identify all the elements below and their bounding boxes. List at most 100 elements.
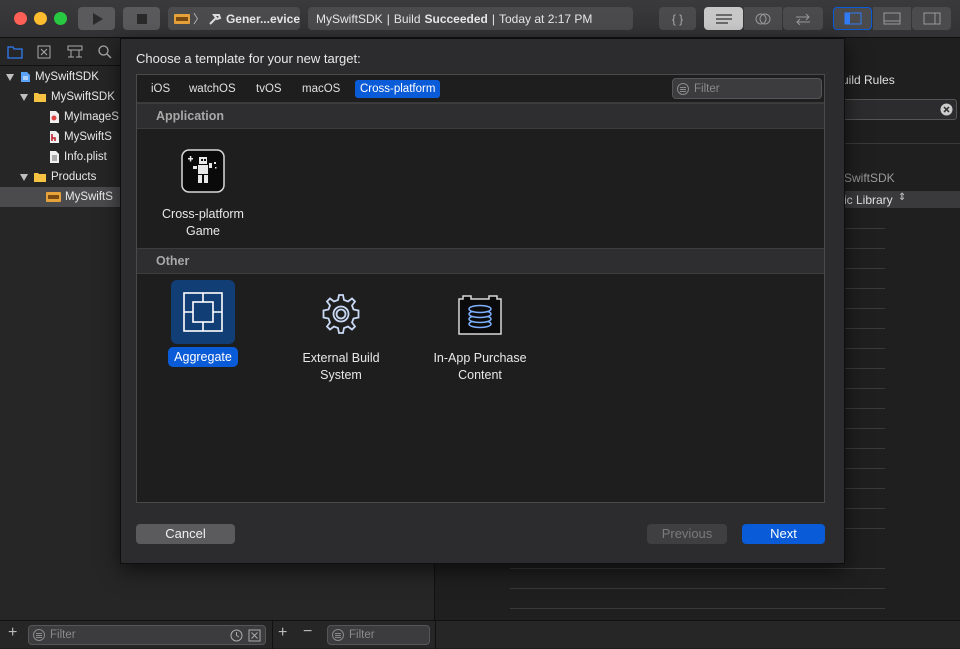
in-app-purchase-icon	[452, 286, 508, 342]
tab-macos[interactable]: macOS	[297, 80, 345, 98]
filter-icon	[33, 629, 45, 641]
tab-tvos[interactable]: tvOS	[251, 80, 287, 98]
plist-file-icon	[50, 151, 59, 163]
filter-icon	[332, 629, 344, 641]
close-window-button[interactable]	[14, 12, 27, 25]
template-filter-placeholder: Filter	[694, 82, 720, 95]
toggle-inspector-button[interactable]	[912, 7, 951, 30]
nav-item-label: Products	[51, 171, 97, 183]
activity-viewer: MySwiftSDK | Build Succeeded | Today at …	[308, 7, 633, 30]
cancel-button[interactable]: Cancel	[136, 524, 235, 544]
disclosure-icon[interactable]	[20, 93, 28, 101]
clear-icon[interactable]	[940, 103, 953, 116]
project-icon	[21, 72, 30, 82]
add-icon[interactable]: +	[8, 624, 17, 642]
tab-cross-platform[interactable]: Cross-platform	[355, 80, 441, 98]
zoom-window-button[interactable]	[54, 12, 67, 25]
template-filter-field[interactable]: Filter	[672, 78, 822, 99]
standard-editor-button[interactable]	[704, 7, 743, 30]
folder-icon	[34, 173, 46, 182]
aggregate-icon	[171, 280, 235, 344]
template-external-build-system[interactable]: External Build System	[286, 280, 396, 390]
previous-button[interactable]: Previous	[647, 524, 727, 544]
search-icon[interactable]	[98, 45, 112, 59]
assistant-editor-button[interactable]	[744, 7, 782, 30]
bottom-panel-icon	[883, 12, 901, 25]
nav-item-label: MySwiftSDK	[51, 91, 115, 103]
scheme-selector[interactable]: 〉 Gener...evice	[168, 7, 300, 30]
hierarchy-icon[interactable]	[67, 45, 83, 59]
sheet-title: Choose a template for your new target:	[136, 51, 361, 66]
remove-target-icon[interactable]: −	[303, 623, 312, 641]
filter-icon	[677, 82, 689, 95]
bottom-bar: + Filter + − Filter	[0, 620, 960, 649]
template-in-app-purchase-content[interactable]: In-App Purchase Content	[425, 280, 535, 390]
template-panel: iOS watchOS tvOS macOS Cross-platform Fi…	[136, 74, 825, 503]
editor-search-field[interactable]	[842, 99, 957, 120]
version-editor-button[interactable]	[783, 7, 823, 30]
template-label: External Build System	[302, 351, 380, 382]
chevron-right-icon: 〉	[192, 12, 205, 26]
navigator-filter-placeholder: Filter	[50, 629, 76, 641]
left-panel-icon	[844, 12, 861, 25]
tab-ios[interactable]: iOS	[146, 80, 175, 98]
platform-tabbar: iOS watchOS tvOS macOS Cross-platform Fi…	[137, 75, 824, 103]
activity-separator: |	[386, 11, 390, 26]
text-lines-icon	[715, 13, 732, 24]
header-file-icon	[50, 131, 59, 143]
disclosure-icon[interactable]	[20, 173, 28, 181]
code-review-button[interactable]: { }	[659, 7, 696, 30]
folder-icon	[34, 93, 46, 102]
updown-chevron-icon: ⇕	[898, 192, 907, 203]
source-control-icon[interactable]	[37, 45, 51, 59]
toggle-debug-button[interactable]	[873, 7, 911, 30]
nav-item-product[interactable]: MySwiftS	[0, 187, 124, 207]
right-panel-icon	[923, 12, 940, 25]
stop-icon	[136, 13, 147, 24]
nav-item-project[interactable]: MySwiftSDK	[0, 67, 124, 87]
toolbar: 〉 Gener...evice MySwiftSDK | Build Succe…	[0, 0, 960, 38]
nav-item-file[interactable]: MySwiftS	[0, 127, 124, 147]
toggle-navigator-button[interactable]	[833, 7, 872, 30]
folder-icon[interactable]	[7, 45, 23, 59]
minimize-window-button[interactable]	[34, 12, 47, 25]
library-icon	[46, 192, 61, 202]
next-button[interactable]: Next	[742, 524, 825, 544]
hammer-icon	[209, 13, 222, 25]
build-rules-tab[interactable]: uild Rules	[842, 73, 895, 87]
activity-prefix: Build	[393, 11, 421, 26]
section-header-other: Other	[137, 248, 824, 274]
template-label: Cross-platform Game	[162, 207, 244, 238]
nav-item-label: MySwiftS	[65, 191, 113, 203]
targets-filter-field[interactable]: Filter	[327, 625, 430, 645]
nav-item-file[interactable]: MyImageS	[0, 107, 124, 127]
source-control-filter-icon[interactable]	[248, 629, 261, 642]
activity-project: MySwiftSDK	[316, 11, 383, 26]
navigator-filter-field[interactable]: Filter	[28, 625, 266, 645]
template-label: In-App Purchase Content	[433, 351, 527, 382]
activity-status: Succeeded	[424, 11, 488, 26]
tab-watchos[interactable]: watchOS	[184, 80, 241, 98]
nav-item-group[interactable]: Products	[0, 167, 124, 187]
template-label: Aggregate	[148, 347, 258, 367]
nav-item-file[interactable]: Info.plist	[0, 147, 124, 167]
mach-o-type-popup[interactable]: ic Library ⇕	[832, 191, 960, 208]
recent-files-icon[interactable]	[230, 629, 243, 642]
template-aggregate[interactable]: Aggregate	[148, 280, 258, 375]
play-icon	[92, 12, 103, 25]
disclosure-icon[interactable]	[6, 73, 14, 81]
image-file-icon	[50, 111, 59, 123]
targets-list	[272, 564, 435, 620]
nav-item-label: Info.plist	[64, 151, 107, 163]
section-title: Other	[156, 254, 190, 268]
targets-filter-placeholder: Filter	[349, 629, 375, 641]
section-title: Application	[156, 109, 225, 123]
run-button[interactable]	[78, 7, 115, 30]
template-cross-platform-game[interactable]: Cross-platform Game	[148, 143, 258, 243]
stop-button[interactable]	[123, 7, 160, 30]
add-target-icon[interactable]: +	[278, 624, 287, 642]
nav-item-label: MyImageS	[64, 111, 119, 123]
game-icon	[175, 143, 231, 199]
nav-item-group[interactable]: MySwiftSDK	[0, 87, 124, 107]
scheme-destination-label: Gener...evice	[225, 11, 300, 26]
